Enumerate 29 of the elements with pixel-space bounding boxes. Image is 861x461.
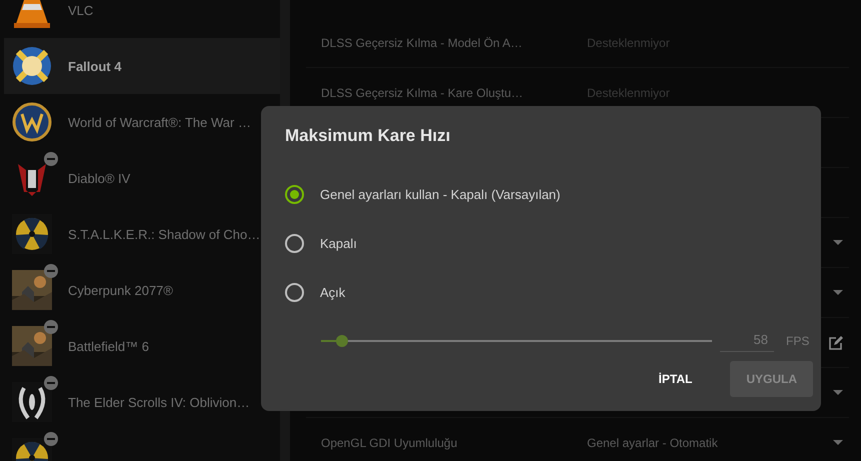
dropdown-caret-icon[interactable] (833, 290, 843, 295)
game-list-item[interactable]: The Elder Scrolls IV: Oblivion… (4, 374, 280, 430)
game-list-item[interactable]: S.T.A.L.K.E.R.: Shadow of Cho… (4, 206, 280, 262)
radio-button[interactable] (285, 283, 304, 302)
vault-emblem-icon (12, 46, 52, 86)
setting-value: Genel ayarlar - Otomatik (587, 436, 719, 450)
dropdown-caret-icon[interactable] (833, 390, 843, 395)
radio-option[interactable]: Kapalı (285, 219, 813, 268)
setting-name: OpenGL GDI Uyumluluğu (321, 436, 458, 450)
game-list-item[interactable]: Cyberpunk 2077® (4, 262, 280, 318)
traffic-cone-icon (12, 0, 52, 30)
dropdown-caret-icon[interactable] (833, 240, 843, 245)
radio-option[interactable]: Genel ayarları kullan - Kapalı (Varsayılan) (285, 170, 813, 219)
emblem-icon (12, 102, 52, 142)
dialog-title: Maksimum Kare Hızı (285, 126, 452, 146)
radio-button[interactable] (285, 185, 304, 204)
game-list-item[interactable]: World of Warcraft®: The War … (4, 94, 280, 150)
edit-icon[interactable] (829, 336, 843, 350)
setting-name: DLSS Geçersiz Kılma - Kare Oluştu… (321, 86, 524, 100)
setting-name: DLSS Geçersiz Kılma - Model Ön A… (321, 36, 524, 50)
cancel-button[interactable]: İPTAL (642, 361, 708, 397)
game-list-item[interactable]: Fallout 4 (4, 38, 280, 94)
radio-option[interactable]: Açık (285, 268, 813, 317)
radio-button[interactable] (285, 234, 304, 253)
dropdown-caret-icon[interactable] (833, 440, 843, 445)
game-list-item[interactable]: Diablo® IV (4, 150, 280, 206)
game-list-item[interactable]: Battlefield™ 6 (4, 318, 280, 374)
unit-label: FPS (786, 334, 810, 348)
game-list-item[interactable]: VLC (4, 0, 280, 38)
